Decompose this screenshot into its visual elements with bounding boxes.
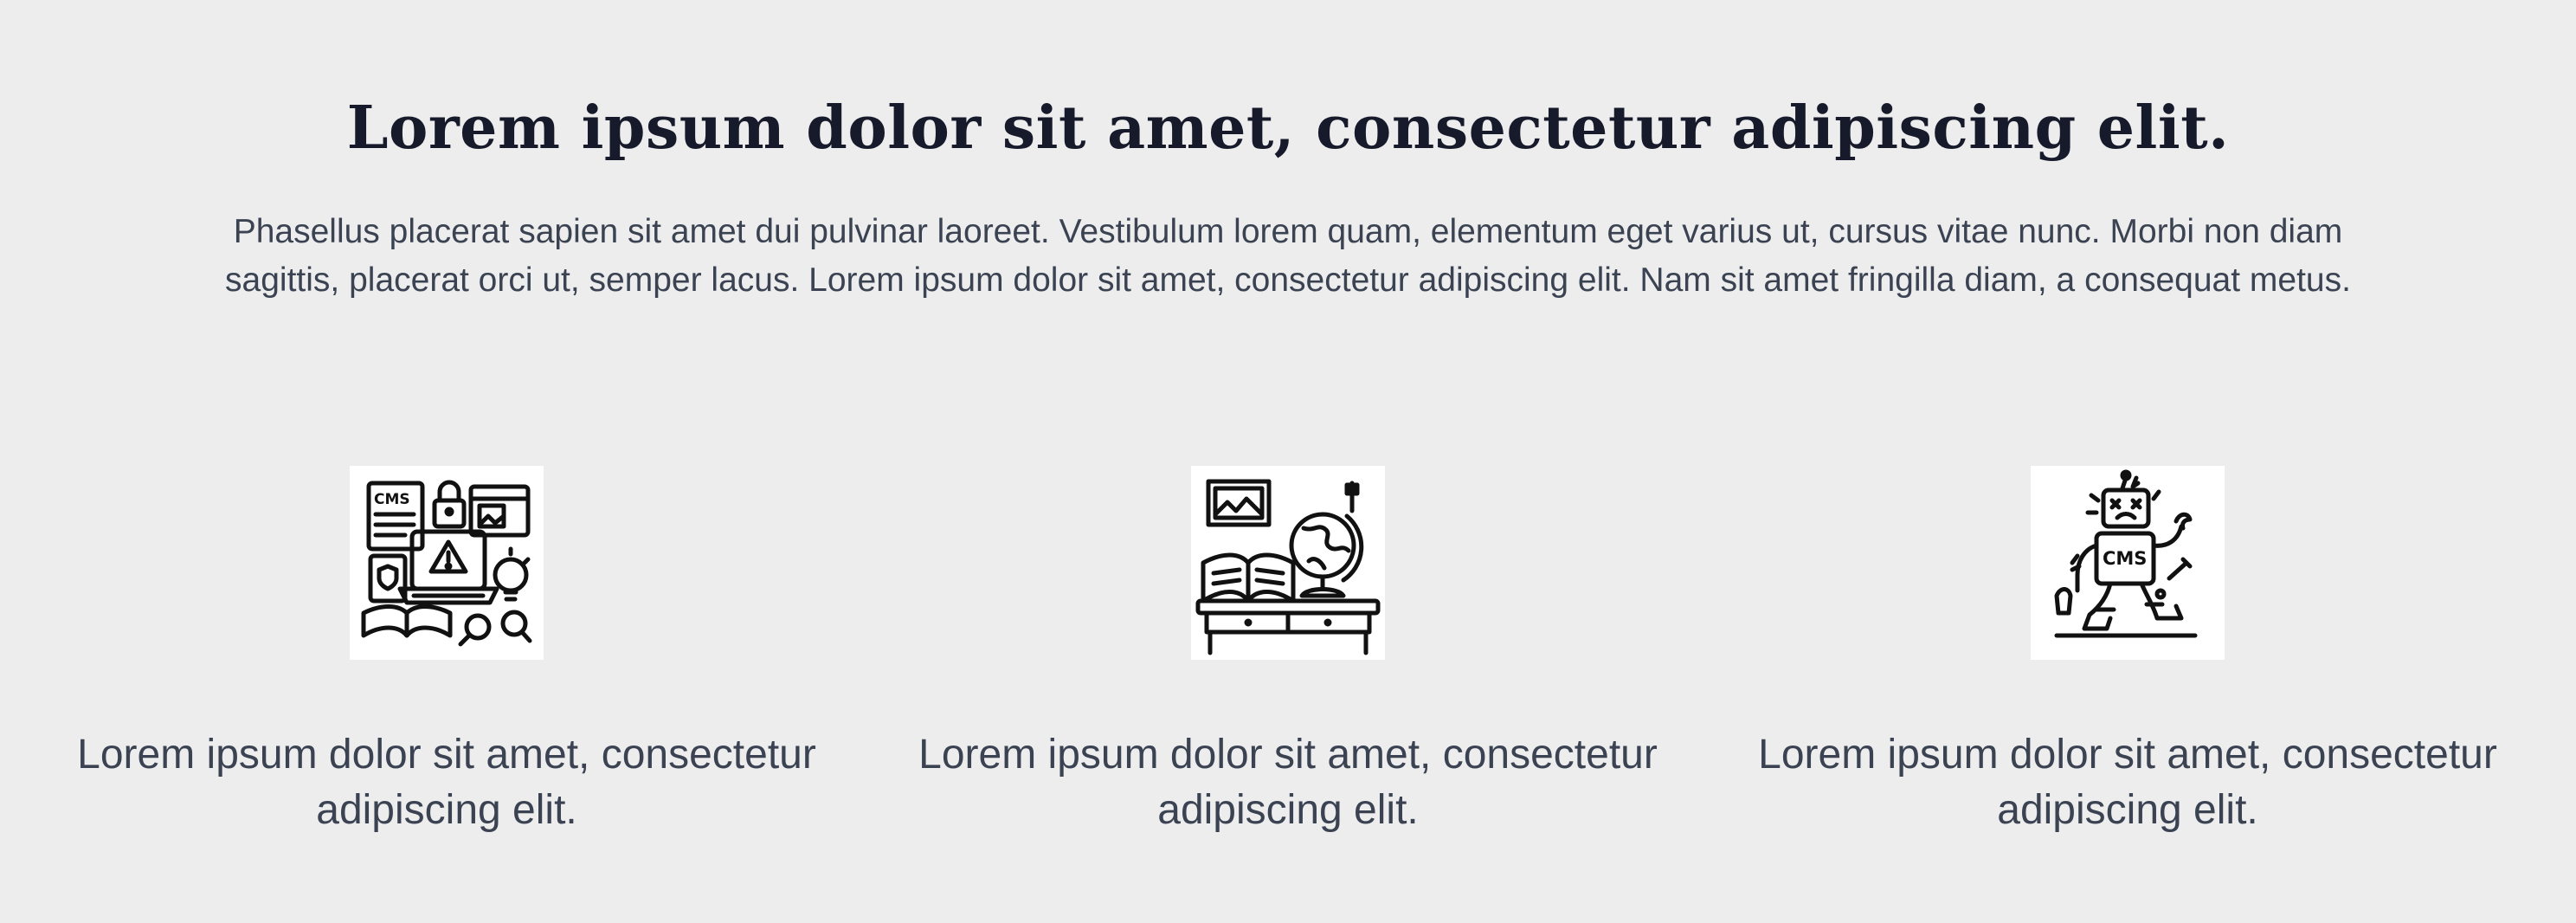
broken-cms-robot-icon: CMS: [2031, 466, 2225, 660]
cms-workspace-warning-icon: CMS: [350, 466, 544, 660]
desk-book-globe-icon: [1191, 466, 1385, 660]
cms-label-text: CMS: [374, 491, 410, 508]
feature-text-2: Lorem ipsum dolor sit amet, consectetur …: [918, 732, 1658, 833]
feature-item-3: CMS Lorem ipsum dolor sit amet, consecte…: [1738, 466, 2517, 864]
feature-item-2: Lorem ipsum dolor sit amet, consectetur …: [898, 466, 1678, 864]
feature-text-3: Lorem ipsum dolor sit amet, consectetur …: [1758, 732, 2497, 833]
features-row: CMS Lorem ipsum dolor sit amet, consecte…: [0, 466, 2576, 864]
feature-item-1: CMS Lorem ipsum dolor sit amet, consecte…: [57, 466, 836, 864]
section-headline: Lorem ipsum dolor sit amet, consectetur …: [346, 94, 2230, 163]
feature-text-1: Lorem ipsum dolor sit amet, consectetur …: [77, 732, 816, 833]
cms-robot-label-text: CMS: [2103, 548, 2147, 569]
feature-section: Lorem ipsum dolor sit amet, consectetur …: [0, 0, 2576, 923]
section-intro-paragraph: Phasellus placerat sapien sit amet dui p…: [225, 213, 2351, 299]
